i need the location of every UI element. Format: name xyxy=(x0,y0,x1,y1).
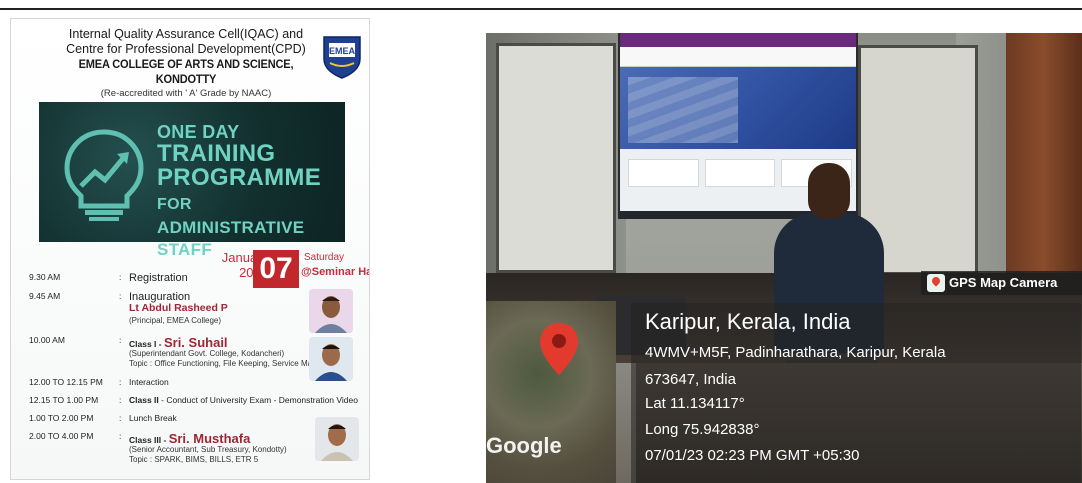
schedule-time: 9.30 AM xyxy=(29,272,61,282)
schedule-colon: : xyxy=(119,377,122,387)
header-line-1: Internal Quality Assurance Cell(IQAC) an… xyxy=(68,27,304,41)
gps-camera-icon xyxy=(927,274,945,292)
lightbulb-growth-icon xyxy=(64,129,144,221)
poster-header: Internal Quality Assurance Cell(IQAC) an… xyxy=(51,27,321,100)
map-pin-icon xyxy=(540,323,578,375)
accreditation-note: (Re-accredited with ' A' Grade by NAAC) xyxy=(100,88,272,99)
presenter-head xyxy=(808,163,850,219)
schedule-colon: : xyxy=(119,431,122,441)
banner-line-1: ONE DAY xyxy=(157,122,240,142)
speaker-photo xyxy=(309,289,353,333)
schedule-time: 12.00 TO 12.15 PM xyxy=(29,377,103,387)
logo-text: EMEA xyxy=(329,46,356,56)
wood-panel xyxy=(1006,33,1082,283)
whiteboard-left xyxy=(496,43,616,273)
top-divider xyxy=(0,8,1082,10)
schedule-time: 10.00 AM xyxy=(29,335,65,345)
schedule-detail: (Principal, EMEA College) xyxy=(129,316,222,325)
gps-map-camera-badge: GPS Map Camera xyxy=(921,271,1082,295)
schedule-colon: : xyxy=(119,335,122,345)
schedule-detail: (Superintendant Govt. College, Kodancher… xyxy=(129,349,285,358)
schedule-time: 12.15 TO 1.00 PM xyxy=(29,395,99,405)
event-weekday: Saturday xyxy=(304,252,345,263)
schedule-time: 9.45 AM xyxy=(29,291,61,301)
speaker-photo xyxy=(315,417,359,461)
schedule-class-label: Class I - xyxy=(129,339,164,349)
college-name: EMEA COLLEGE OF ARTS AND SCIENCE, KONDOT… xyxy=(78,57,294,86)
college-logo: EMEA xyxy=(323,36,361,79)
banner-line-3-main: PROGRAMME xyxy=(157,164,322,191)
banner-line-3-suffix: FOR xyxy=(157,196,192,213)
schedule-speaker: Sri. Musthafa xyxy=(168,431,251,446)
schedule-speaker: Lt Abdul Rasheed P xyxy=(129,302,228,314)
event-day: 07 xyxy=(253,250,299,288)
latitude: Lat 11.134117° xyxy=(645,395,745,412)
google-watermark: Google xyxy=(486,433,562,458)
schedule-title: Registration xyxy=(129,272,188,284)
place-name: Karipur, Kerala, India xyxy=(645,309,851,334)
programme-banner: ONE DAY TRAINING PROGRAMME FOR ADMINISTR… xyxy=(39,102,345,259)
schedule-colon: : xyxy=(119,272,122,282)
longitude: Long 75.942838° xyxy=(645,421,760,438)
banner-line-2: TRAINING xyxy=(157,140,276,167)
timestamp: 07/01/23 02:23 PM GMT +05:30 xyxy=(645,447,860,464)
banner-text: ONE DAY TRAINING PROGRAMME FOR ADMINISTR… xyxy=(157,122,345,261)
geotagged-photo: Google GPS Map Camera Karipur, Kerala, I… xyxy=(486,33,1082,483)
speaker-photo xyxy=(309,337,353,381)
event-poster: Internal Quality Assurance Cell(IQAC) an… xyxy=(10,18,370,480)
schedule-colon: : xyxy=(119,291,122,301)
schedule-class-label: Class II xyxy=(129,395,159,405)
schedule-topic: Topic : SPARK, BIMS, BILLS, ETR 5 xyxy=(129,455,259,464)
schedule-class-line: Class II - Conduct of University Exam - … xyxy=(129,395,358,405)
header-line-2: Centre for Professional Development(CPD) xyxy=(66,42,306,56)
schedule-topic: Topic : Office Functioning, File Keeping… xyxy=(129,359,328,368)
schedule-class-line: Class I - Sri. Suhail xyxy=(129,335,228,350)
schedule-colon: : xyxy=(119,395,122,405)
schedule-colon: : xyxy=(119,413,122,423)
schedule-time: 1.00 TO 2.00 PM xyxy=(29,413,94,423)
schedule-speaker: Sri. Suhail xyxy=(163,335,228,350)
banner-line-3: PROGRAMME FOR xyxy=(157,166,345,217)
gps-badge-label: GPS Map Camera xyxy=(949,275,1058,290)
schedule-title: Interaction xyxy=(129,377,169,387)
schedule-detail: (Senior Accountant, Sub Treasury, Kondot… xyxy=(129,445,287,454)
address-line: 4WMV+M5F, Padinharathara, Karipur, Keral… xyxy=(645,344,946,361)
schedule-class-label: Class III - xyxy=(129,435,169,445)
postal-line: 673647, India xyxy=(645,371,736,388)
schedule-title: - Conduct of University Exam - Demonstra… xyxy=(158,395,358,405)
schedule-title: Lunch Break xyxy=(129,413,177,423)
schedule-time: 2.00 TO 4.00 PM xyxy=(29,431,94,441)
schedule-class-line: Class III - Sri. Musthafa xyxy=(129,431,250,446)
event-venue: @Seminar Hall xyxy=(301,266,369,278)
